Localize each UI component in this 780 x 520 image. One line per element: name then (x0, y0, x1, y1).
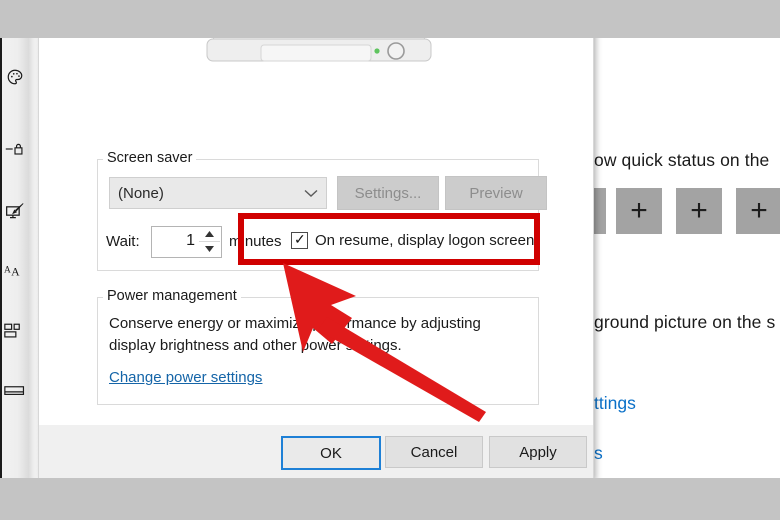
dialog-footer: OK Cancel Apply (39, 425, 593, 478)
taskbar-icon[interactable] (2, 378, 28, 404)
power-description-line1: Conserve energy or maximize performance … (109, 315, 481, 332)
screen-saver-preview (39, 38, 593, 96)
settings-button-label: Settings... (354, 184, 422, 202)
minutes-label: minutes (229, 233, 282, 250)
bg-text-quick-status: ow quick status on the (594, 150, 770, 170)
settings-sidebar[interactable]: A A (2, 38, 29, 478)
preview-button[interactable]: Preview (445, 176, 547, 210)
wait-input-value: 1 (186, 232, 195, 249)
plus-tile-partial[interactable] (594, 188, 606, 234)
screen-saver-settings-dialog: Screen saver (None) Settings... Preview … (38, 38, 594, 478)
checkmark-icon: ✓ (294, 231, 306, 247)
cancel-button[interactable]: Cancel (385, 436, 483, 468)
svg-text:A: A (11, 266, 20, 279)
settings-button[interactable]: Settings... (337, 176, 439, 210)
power-management-group-legend: Power management (103, 288, 241, 304)
letterbox-bottom (0, 478, 780, 520)
letterbox-top (0, 0, 780, 38)
wait-label: Wait: (106, 233, 140, 250)
monitor-brush-icon[interactable] (2, 198, 28, 224)
ok-button-label: OK (320, 444, 342, 462)
power-description-line2: display brightness and other power setti… (109, 337, 402, 354)
change-power-settings-link[interactable]: Change power settings (109, 369, 262, 386)
svg-text:A: A (4, 266, 11, 276)
wait-spinner[interactable] (199, 226, 222, 258)
fonts-aa-icon[interactable]: A A (2, 258, 28, 284)
panel-shadow (28, 38, 38, 478)
on-resume-checkbox-label: On resume, display logon screen (315, 232, 535, 249)
plus-icon: + (630, 194, 648, 227)
bg-text-background-picture: ground picture on the s (594, 312, 776, 332)
bg-link-secondary[interactable]: s (594, 443, 603, 464)
plus-tile[interactable]: + (676, 188, 722, 234)
ok-button[interactable]: OK (281, 436, 381, 470)
on-resume-checkbox-row[interactable]: ✓ On resume, display logon screen (291, 232, 534, 249)
plus-icon: + (690, 194, 708, 227)
apply-button[interactable]: Apply (489, 436, 587, 468)
screen-saver-select[interactable]: (None) (109, 177, 327, 209)
spinner-down-icon[interactable] (199, 242, 220, 256)
monitor-preview-icon (206, 38, 432, 62)
screen-saver-select-value: (None) (118, 184, 164, 202)
chevron-down-icon (304, 185, 318, 203)
palette-icon[interactable] (2, 64, 28, 90)
plus-icon: + (750, 194, 768, 227)
spinner-up-icon[interactable] (199, 227, 220, 242)
cancel-button-label: Cancel (410, 443, 458, 461)
preview-button-label: Preview (469, 184, 523, 202)
plus-tile[interactable]: + (616, 188, 662, 234)
screen-saver-group-legend: Screen saver (103, 150, 197, 166)
dialog-body: Screen saver (None) Settings... Preview … (39, 38, 593, 425)
wait-input[interactable]: 1 (151, 226, 201, 258)
lock-icon[interactable] (2, 136, 28, 162)
screen-area: A A ow quick status on the + + + ground … (0, 38, 780, 478)
start-layout-icon[interactable] (2, 318, 28, 344)
bg-link-settings[interactable]: ttings (594, 393, 636, 414)
plus-tile[interactable]: + (736, 188, 780, 234)
on-resume-checkbox[interactable]: ✓ (291, 232, 308, 249)
apply-button-label: Apply (519, 443, 557, 461)
